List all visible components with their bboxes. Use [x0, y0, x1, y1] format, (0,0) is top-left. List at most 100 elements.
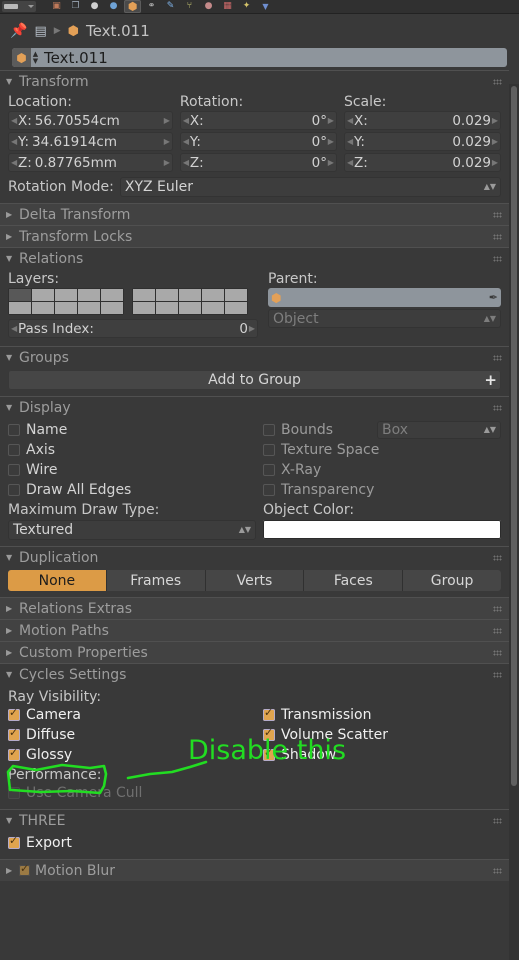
layer-cell[interactable] [78, 302, 100, 314]
object-properties-icon[interactable]: ⬢ [124, 0, 141, 13]
location-z-field[interactable]: ◀ Z: 0.87765mm ▶ [8, 153, 173, 172]
render-layers-icon[interactable]: ❐ [67, 0, 84, 13]
duplication-option-verts[interactable]: Verts [205, 570, 305, 591]
cycles-check-transmission[interactable]: Transmission [263, 705, 501, 725]
eyedropper-icon[interactable]: ✒ [489, 291, 498, 304]
display-check-axis[interactable]: Axis [8, 440, 263, 460]
panel-header-cycles-settings[interactable]: ▼ Cycles Settings [0, 663, 509, 685]
panel-header-custom-properties[interactable]: ▶ Custom Properties [0, 641, 509, 663]
layer-cell[interactable] [32, 302, 54, 314]
rotation-z-field[interactable]: ◀ Z: 0° ▶ [179, 153, 337, 172]
plus-icon[interactable]: + [484, 372, 497, 388]
checkbox-transparency[interactable] [263, 484, 275, 496]
display-check-name[interactable]: Name [8, 420, 263, 440]
panel-header-transform[interactable]: ▼ Transform [0, 70, 509, 92]
layer-cell[interactable] [133, 302, 155, 314]
layer-cell[interactable] [202, 302, 224, 314]
pin-icon[interactable]: 📌 [10, 23, 27, 39]
cycles-check-shadow[interactable]: Shadow [263, 745, 501, 765]
layer-cell[interactable] [156, 289, 178, 301]
scale-y-field[interactable]: ◀ Y: 0.029 ▶ [343, 132, 501, 151]
layer-cell[interactable] [225, 302, 247, 314]
left-arrow-icon[interactable]: ◀ [183, 137, 190, 146]
right-arrow-icon[interactable]: ▶ [491, 158, 498, 167]
duplication-option-frames[interactable]: Frames [106, 570, 206, 591]
display-check-xray[interactable]: X-Ray [263, 460, 501, 480]
layer-cell[interactable] [78, 289, 100, 301]
layer-cell[interactable] [55, 289, 77, 301]
display-check-wire[interactable]: Wire [8, 460, 263, 480]
texture-icon[interactable]: ▦ [219, 0, 236, 13]
rotation-mode-select[interactable]: XYZ Euler ▲▼ [119, 177, 501, 197]
editor-type-dropdown[interactable] [2, 1, 36, 12]
checkbox-glossy[interactable] [8, 747, 20, 761]
checkbox-wire[interactable] [8, 464, 20, 476]
left-arrow-icon[interactable]: ◀ [11, 324, 18, 333]
three-check-export[interactable]: Export [8, 833, 501, 853]
panel-header-motion-paths[interactable]: ▶ Motion Paths [0, 619, 509, 641]
checkbox-volume-scatter[interactable] [263, 727, 275, 741]
scale-x-field[interactable]: ◀ X: 0.029 ▶ [343, 111, 501, 130]
right-arrow-icon[interactable]: ▶ [327, 137, 334, 146]
physics-icon[interactable]: ▼ [257, 0, 274, 13]
world-icon[interactable]: ● [105, 0, 122, 13]
left-arrow-icon[interactable]: ◀ [347, 116, 354, 125]
display-check-transparency[interactable]: Transparency [263, 480, 501, 500]
modifiers-icon[interactable]: ✎ [162, 0, 179, 13]
location-x-field[interactable]: ◀ X: 56.70554cm ▶ [8, 111, 173, 130]
panel-header-relations-extras[interactable]: ▶ Relations Extras [0, 597, 509, 619]
layer-cell[interactable] [55, 302, 77, 314]
cycles-check-glossy[interactable]: Glossy [8, 745, 263, 765]
rotation-y-field[interactable]: ◀ Y: 0° ▶ [179, 132, 337, 151]
checkbox-texture-space[interactable] [263, 444, 275, 456]
object-browse-spinner[interactable]: ▲ ▼ [31, 48, 40, 67]
panel-header-delta-transform[interactable]: ▶ Delta Transform [0, 203, 509, 225]
panel-header-motion-blur[interactable]: ▶ Motion Blur [0, 859, 509, 881]
layer-cell[interactable] [32, 289, 54, 301]
scale-z-field[interactable]: ◀ Z: 0.029 ▶ [343, 153, 501, 172]
duplication-option-none[interactable]: None [8, 570, 107, 591]
layer-cell[interactable] [9, 289, 31, 301]
right-arrow-icon[interactable]: ▶ [248, 324, 255, 333]
constraints-icon[interactable]: ⚭ [143, 0, 160, 13]
particles-icon[interactable]: ✦ [238, 0, 255, 13]
max-draw-type-select[interactable]: Textured ▲▼ [8, 520, 256, 540]
bounds-type-select[interactable]: Box ▲▼ [377, 421, 501, 439]
cycles-check-camera-cull[interactable]: Use Camera Cull [8, 783, 501, 803]
layer-cell[interactable] [156, 302, 178, 314]
layer-cell[interactable] [9, 302, 31, 314]
object-name-field[interactable]: ⬢ ▲ ▼ Text.011 [12, 48, 507, 67]
right-arrow-icon[interactable]: ▶ [327, 158, 334, 167]
checkbox-bounds[interactable] [263, 424, 275, 436]
checkbox-motion-blur[interactable] [19, 863, 30, 876]
object-tree-icon[interactable]: ▤ [34, 24, 46, 39]
right-arrow-icon[interactable]: ▶ [491, 137, 498, 146]
duplication-option-faces[interactable]: Faces [304, 570, 404, 591]
panel-header-three[interactable]: ▼ THREE [0, 809, 509, 831]
panel-header-relations[interactable]: ▼ Relations [0, 247, 509, 269]
right-arrow-icon[interactable]: ▶ [491, 116, 498, 125]
panel-header-groups[interactable]: ▼ Groups [0, 346, 509, 368]
duplication-option-group[interactable]: Group [403, 570, 501, 591]
layer-cell[interactable] [133, 289, 155, 301]
render-icon[interactable]: ▣ [48, 0, 65, 13]
material-icon[interactable]: ● [200, 0, 217, 13]
left-arrow-icon[interactable]: ◀ [183, 158, 190, 167]
display-check-texture-space[interactable]: Texture Space [263, 440, 501, 460]
checkbox-draw-all-edges[interactable] [8, 484, 20, 496]
checkbox-diffuse[interactable] [8, 727, 20, 741]
checkbox-export[interactable] [8, 835, 20, 849]
layer-cell[interactable] [202, 289, 224, 301]
checkbox-xray[interactable] [263, 464, 275, 476]
add-to-group-button[interactable]: Add to Group + [8, 370, 501, 390]
layer-cell[interactable] [179, 302, 201, 314]
object-color-swatch[interactable] [263, 520, 501, 539]
left-arrow-icon[interactable]: ◀ [347, 137, 354, 146]
checkbox-shadow[interactable] [263, 747, 275, 761]
scrollbar-thumb[interactable] [511, 86, 517, 786]
parent-type-select[interactable]: Object ▲▼ [268, 309, 501, 328]
layer-cell[interactable] [225, 289, 247, 301]
layer-cell[interactable] [101, 302, 123, 314]
display-check-draw-all-edges[interactable]: Draw All Edges [8, 480, 263, 500]
pass-index-field[interactable]: ◀ Pass Index: 0 ▶ [8, 319, 258, 338]
